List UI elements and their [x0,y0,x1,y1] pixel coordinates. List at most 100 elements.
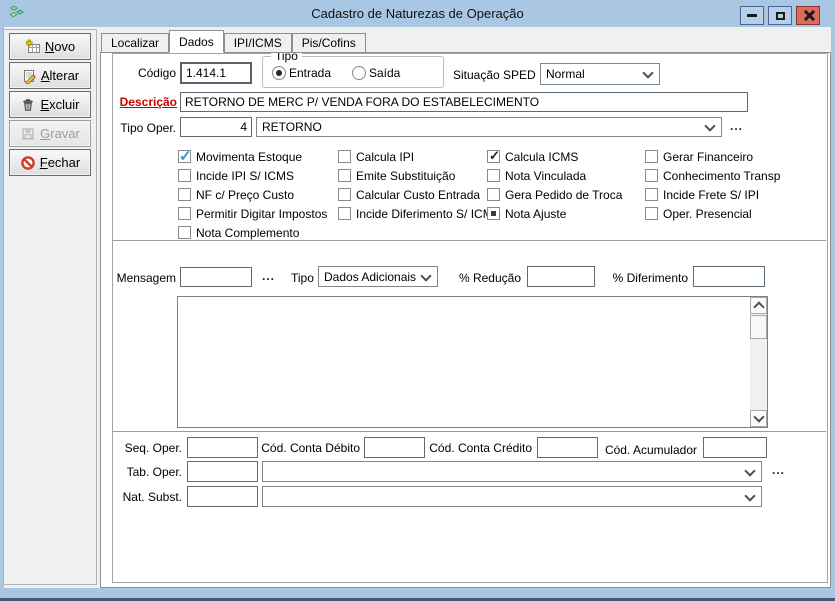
tab-localizar[interactable]: Localizar [101,33,169,53]
cod-conta-credito-input[interactable] [537,437,598,458]
checkbox-incide-frete-s-ipi[interactable]: Incide Frete S/ IPI [645,185,780,204]
tab-oper-browse-button[interactable]: ... [772,463,785,478]
checkbox-label: Emite Substituição [356,169,455,183]
checkbox-box[interactable] [178,188,191,201]
gravar-button[interactable]: Gravar [9,120,91,147]
checkbox-box[interactable] [487,188,500,201]
nat-subst-label: Nat. Subst. [100,490,182,505]
descricao-input[interactable] [180,92,748,112]
tab-ipi-icms[interactable]: IPI/ICMS [224,33,292,53]
checkbox-box[interactable] [338,188,351,201]
mensagem-tipo-value: Dados Adicionais [324,270,416,284]
section-divider [113,431,826,435]
checkbox-box[interactable] [178,150,191,163]
checkbox-column-3: Calcula ICMS Nota Vinculada Gera Pedido … [487,147,622,223]
checkbox-box[interactable] [645,169,658,182]
gravar-label: Gravar [40,126,80,141]
checkbox-box[interactable] [645,150,658,163]
maximize-button[interactable] [768,6,792,25]
tipo-oper-code-input[interactable] [180,117,252,137]
alterar-button[interactable]: Alterar [9,62,91,89]
checkbox-gera-pedido-troca[interactable]: Gera Pedido de Troca [487,185,622,204]
mensagem-tipo-label: Tipo [291,271,314,286]
codigo-input[interactable] [180,62,252,84]
diferimento-label: % Diferimento [601,271,688,286]
checkbox-column-4: Gerar Financeiro Conhecimento Transp Inc… [645,147,780,223]
fechar-label: Fechar [40,155,80,170]
tab-dados[interactable]: Dados [169,30,224,53]
tab-oper-code-input[interactable] [187,461,258,482]
mensagem-tipo-select[interactable]: Dados Adicionais [318,266,438,287]
checkbox-conhecimento-transp[interactable]: Conhecimento Transp [645,166,780,185]
tab-oper-select[interactable] [262,461,762,482]
mensagem-input[interactable] [180,267,252,287]
scrollbar-thumb[interactable] [750,315,767,339]
alterar-label: Alterar [41,68,79,83]
checkbox-box[interactable] [338,207,351,220]
checkbox-movimenta-estoque[interactable]: Movimenta Estoque [178,147,327,166]
checkbox-calcula-ipi[interactable]: Calcula IPI [338,147,501,166]
checkbox-box[interactable] [178,226,191,239]
checkbox-label: Conhecimento Transp [663,169,780,183]
cod-conta-debito-label: Cód. Conta Débito [250,441,360,456]
checkbox-gerar-financeiro[interactable]: Gerar Financeiro [645,147,780,166]
nat-subst-select[interactable] [262,486,762,507]
checkbox-permitir-digitar-impostos[interactable]: Permitir Digitar Impostos [178,204,327,223]
checkbox-box[interactable] [645,207,658,220]
close-button[interactable] [796,6,820,25]
checkbox-box[interactable] [487,169,500,182]
checkbox-nota-vinculada[interactable]: Nota Vinculada [487,166,622,185]
checkbox-label: Oper. Presencial [663,207,752,221]
checkbox-label: Movimenta Estoque [196,150,302,164]
checkbox-label: Nota Vinculada [505,169,586,183]
checkbox-incide-ipi-s-icms[interactable]: Incide IPI S/ ICMS [178,166,327,185]
checkbox-column-1: Movimenta Estoque Incide IPI S/ ICMS NF … [178,147,327,242]
checkbox-box[interactable] [338,150,351,163]
diferimento-input[interactable] [693,266,765,287]
checkbox-box[interactable] [178,169,191,182]
checkbox-nota-ajuste[interactable]: Nota Ajuste [487,204,622,223]
minimize-icon [747,14,757,17]
checkbox-box[interactable] [338,169,351,182]
checkbox-oper-presencial[interactable]: Oper. Presencial [645,204,780,223]
checkbox-label: NF c/ Preço Custo [196,188,294,202]
fechar-button[interactable]: Fechar [9,149,91,176]
checkbox-incide-diferimento-s-icms[interactable]: Incide Diferimento S/ ICMS [338,204,501,223]
mensagem-memo[interactable] [177,296,768,428]
checkbox-box[interactable] [178,207,191,220]
checkbox-emite-substituicao[interactable]: Emite Substituição [338,166,501,185]
scroll-down-button[interactable] [750,410,767,427]
mensagem-browse-button[interactable]: ... [262,269,275,284]
situacao-sped-value: Normal [546,67,585,81]
scroll-up-button[interactable] [750,297,767,314]
checkbox-box[interactable] [645,188,658,201]
seq-oper-input[interactable] [187,437,258,458]
cod-acumulador-input[interactable] [703,437,767,458]
cod-conta-debito-input[interactable] [364,437,425,458]
reducao-input[interactable] [527,266,595,287]
checkbox-nf-preco-custo[interactable]: NF c/ Preço Custo [178,185,327,204]
nat-subst-code-input[interactable] [187,486,258,507]
cod-conta-credito-label: Cód. Conta Crédito [425,441,532,456]
checkbox-calcula-icms[interactable]: Calcula ICMS [487,147,622,166]
novo-button[interactable]: Novo [9,33,91,60]
chevron-down-icon [704,120,715,131]
checkbox-calcular-custo-entrada[interactable]: Calcular Custo Entrada [338,185,501,204]
checkbox-nota-complemento[interactable]: Nota Complemento [178,223,327,242]
radio-saida[interactable] [352,66,366,80]
minimize-button[interactable] [740,6,764,25]
memo-scrollbar[interactable] [750,297,767,427]
window-title: Cadastro de Naturezas de Operação [0,6,835,21]
edit-record-icon [21,68,37,84]
tipo-oper-browse-button[interactable]: ... [730,119,743,134]
checkbox-box[interactable] [487,207,500,220]
cod-acumulador-label: Cód. Acumulador [590,443,697,458]
radio-entrada[interactable] [272,66,286,80]
checkbox-box[interactable] [487,150,500,163]
situacao-sped-select[interactable]: Normal [540,63,660,85]
checkbox-label: Gera Pedido de Troca [505,188,622,202]
excluir-button[interactable]: Excluir [9,91,91,118]
titlebar[interactable]: Cadastro de Naturezas de Operação [0,0,835,27]
tipo-oper-select[interactable]: RETORNO [256,117,722,137]
tab-pis-cofins[interactable]: Pis/Cofins [292,33,366,53]
